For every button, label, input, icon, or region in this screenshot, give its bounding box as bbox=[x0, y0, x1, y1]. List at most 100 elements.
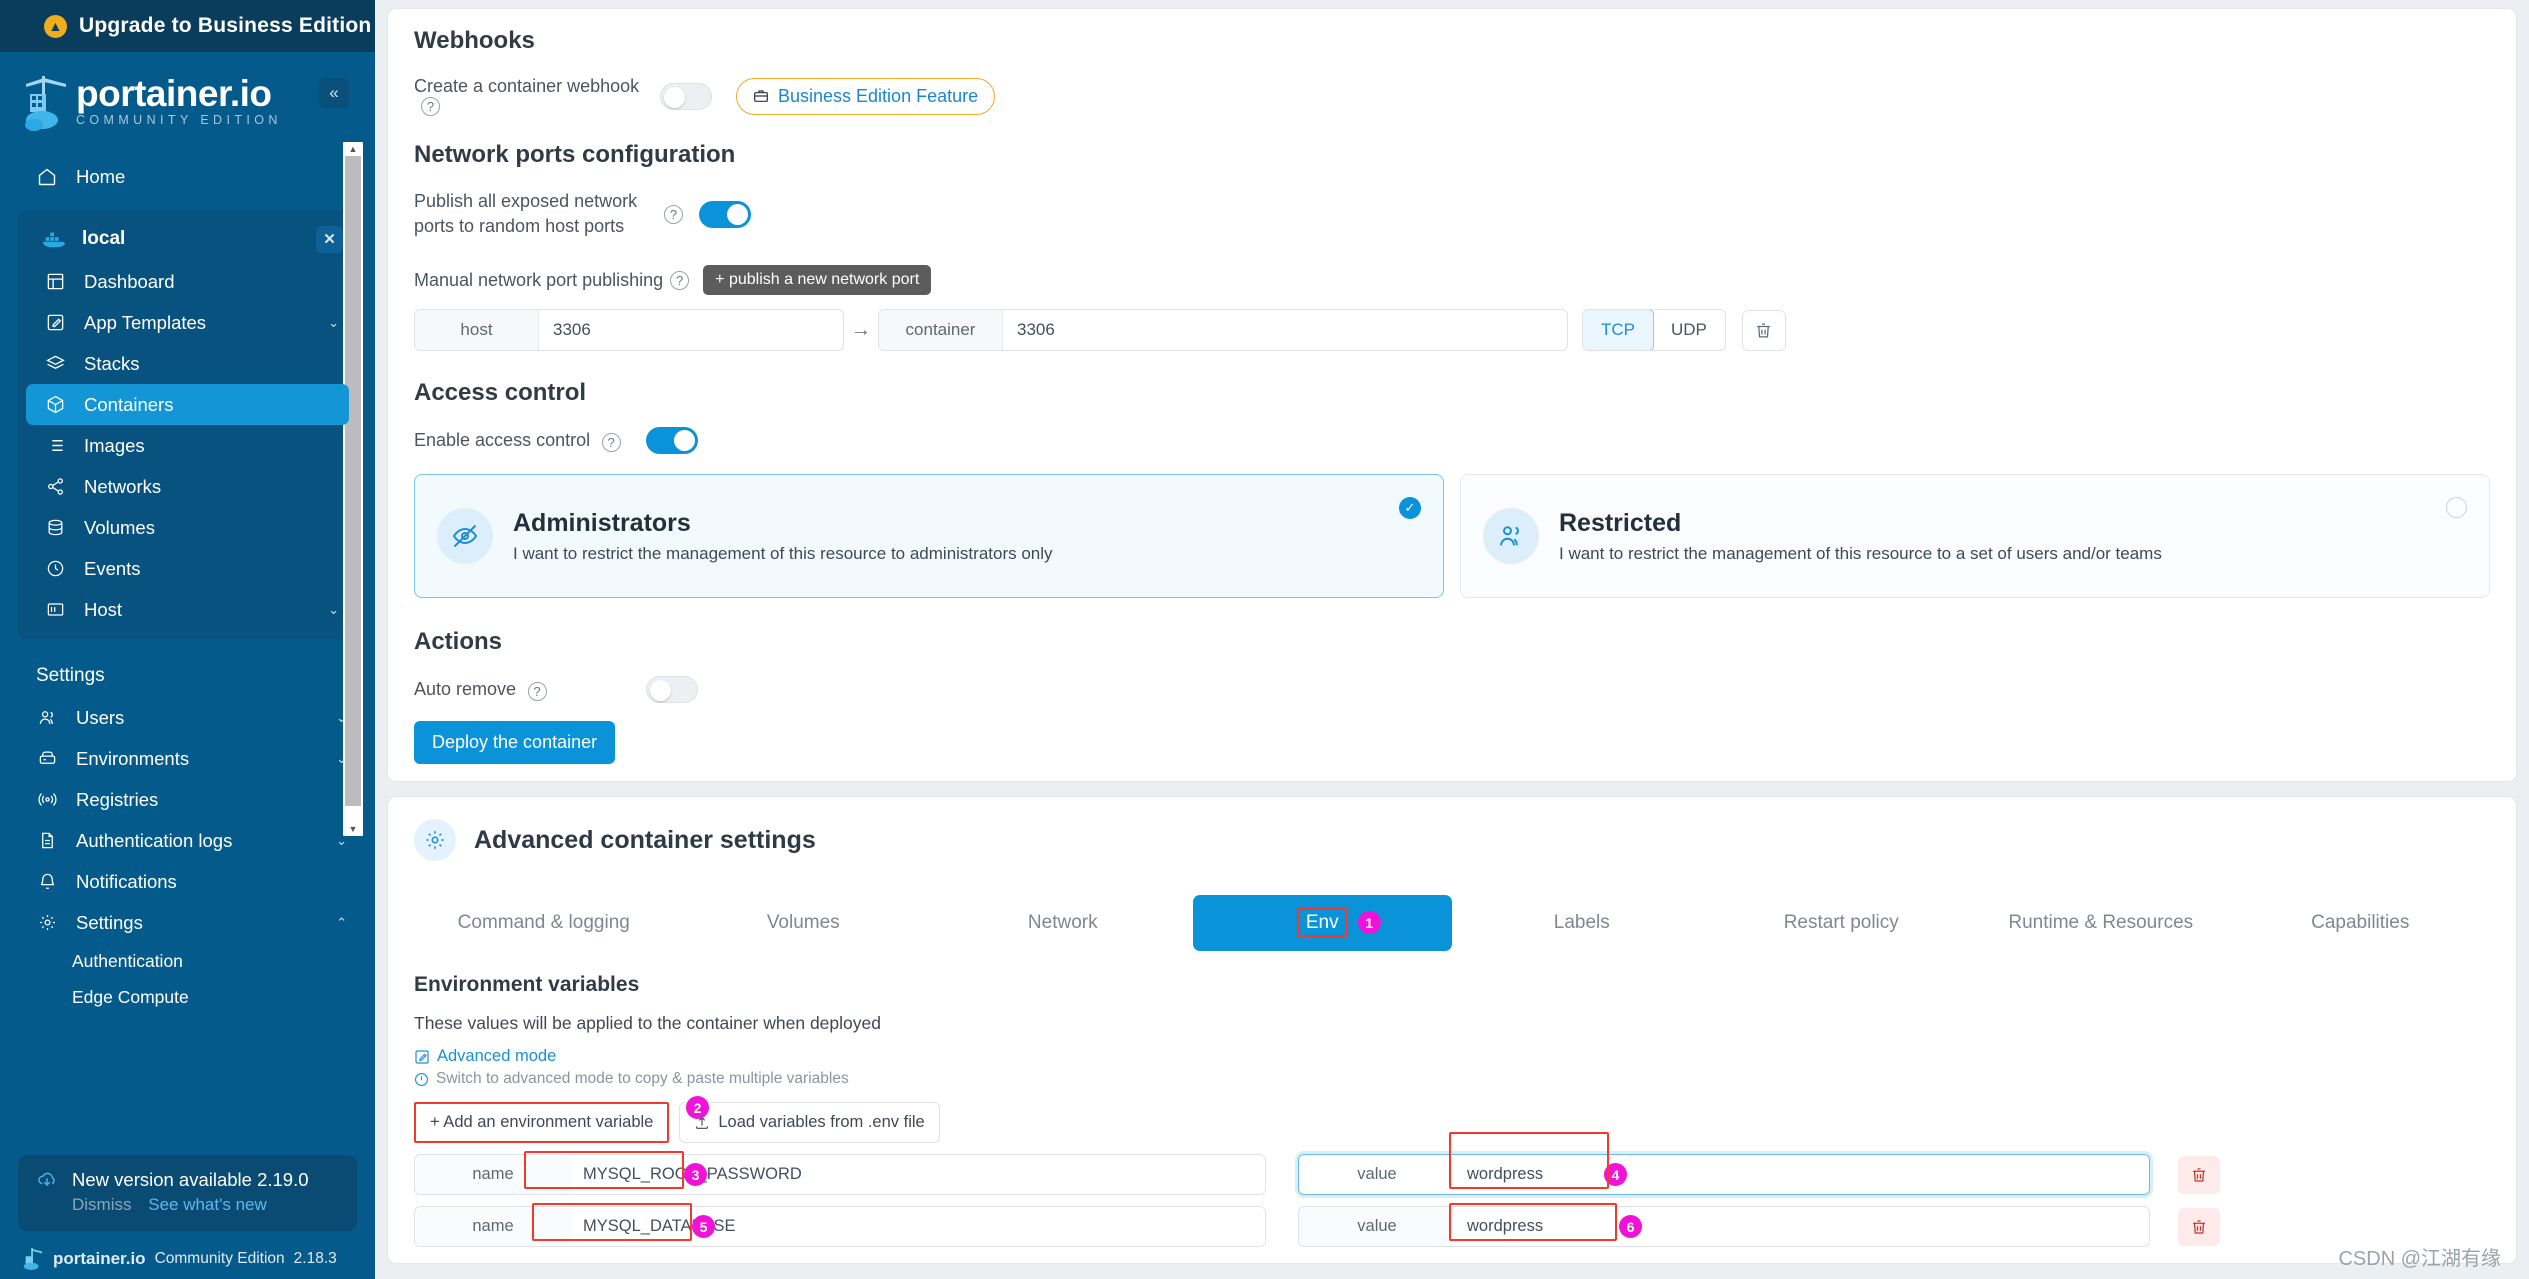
sidebar-item-app-templates[interactable]: App Templates ⌄ bbox=[26, 302, 349, 343]
sidebar-item-stacks[interactable]: Stacks bbox=[26, 343, 349, 384]
help-icon[interactable]: ? bbox=[527, 681, 547, 701]
sidebar-item-volumes[interactable]: Volumes bbox=[26, 507, 349, 548]
logo-text: portainer.io COMMUNITY EDITION bbox=[76, 75, 282, 128]
advanced-settings-header: Advanced container settings bbox=[414, 819, 2490, 861]
portainer-logo-icon bbox=[22, 74, 70, 132]
manual-publish-row: Manual network port publishing ? + publi… bbox=[414, 265, 2490, 296]
tab-env-label: Env bbox=[1296, 908, 1348, 937]
sidebar-item-home[interactable]: Home bbox=[18, 156, 357, 197]
tab-command-logging[interactable]: Command & logging bbox=[414, 895, 674, 951]
container-port-input[interactable]: 3306 bbox=[1003, 310, 1567, 350]
environment-group: local ✕ Dashboard App Templates ⌄ Stacks… bbox=[18, 211, 357, 639]
sidebar-item-containers[interactable]: Containers bbox=[26, 384, 349, 425]
enable-access-control-toggle[interactable] bbox=[646, 427, 698, 455]
eye-off-icon bbox=[437, 508, 493, 565]
delete-environment-variable-button[interactable] bbox=[2178, 1155, 2220, 1194]
close-environment-icon[interactable]: ✕ bbox=[316, 225, 343, 253]
env-value-group: value wordpress bbox=[1298, 1206, 2150, 1247]
deploy-container-button[interactable]: Deploy the container bbox=[414, 721, 616, 765]
advanced-mode-link[interactable]: Advanced mode bbox=[414, 1047, 2490, 1066]
publish-new-port-button[interactable]: + publish a new network port bbox=[703, 265, 932, 296]
collapse-sidebar-button[interactable]: « bbox=[319, 78, 349, 108]
sidebar-item-events[interactable]: Events bbox=[26, 548, 349, 589]
tab-capabilities[interactable]: Capabilities bbox=[2231, 895, 2491, 951]
stacks-icon bbox=[44, 353, 66, 375]
tab-labels[interactable]: Labels bbox=[1452, 895, 1712, 951]
step-badge-3: 3 bbox=[684, 1163, 707, 1186]
env-value-input[interactable]: wordpress bbox=[1455, 1207, 2149, 1246]
access-option-text: Administrators I want to restrict the ma… bbox=[513, 509, 1053, 564]
sidebar-item-label: Home bbox=[76, 165, 126, 187]
logo-subtitle: COMMUNITY EDITION bbox=[76, 113, 282, 128]
sidebar-item-host[interactable]: Host ⌄ bbox=[26, 589, 349, 630]
see-whats-new-link[interactable]: See what's new bbox=[148, 1195, 267, 1214]
chevron-down-icon[interactable]: ⌄ bbox=[336, 833, 347, 849]
tab-restart-policy[interactable]: Restart policy bbox=[1712, 895, 1972, 951]
auto-remove-toggle[interactable] bbox=[646, 676, 698, 704]
env-name-addon-label: name bbox=[472, 1217, 514, 1235]
create-webhook-toggle[interactable] bbox=[660, 82, 712, 110]
tab-volumes[interactable]: Volumes bbox=[674, 895, 934, 951]
load-env-file-button[interactable]: Load variables from .env file bbox=[679, 1102, 940, 1143]
environment-variables-note: These values will be applied to the cont… bbox=[414, 1013, 881, 1033]
help-icon[interactable]: ? bbox=[601, 432, 621, 452]
scrollbar-up-arrow-icon[interactable]: ▲ bbox=[343, 142, 363, 156]
docker-icon bbox=[42, 229, 66, 249]
chevron-down-icon[interactable]: ⌄ bbox=[328, 315, 339, 331]
sidebar-item-authentication-logs[interactable]: Authentication logs ⌄ bbox=[18, 820, 357, 861]
sidebar-item-label: Host bbox=[84, 598, 123, 620]
sidebar-item-label: Images bbox=[84, 434, 145, 456]
tab-runtime-resources[interactable]: Runtime & Resources bbox=[1971, 895, 2231, 951]
access-option-restricted[interactable]: Restricted I want to restrict the manage… bbox=[1460, 474, 2490, 599]
env-name-input[interactable]: MYSQL_ROOT_PASSWORD bbox=[571, 1155, 1265, 1194]
help-icon[interactable]: ? bbox=[421, 97, 440, 116]
watermark: CSDN @江湖有缘 bbox=[2338, 1248, 2501, 1270]
sidebar-item-images[interactable]: Images bbox=[26, 425, 349, 466]
app-root: ▲ Upgrade to Business Edition portainer.… bbox=[0, 0, 2529, 1279]
tab-env[interactable]: Env 1 bbox=[1192, 895, 1452, 951]
env-value-input[interactable]: wordpress bbox=[1455, 1155, 2149, 1194]
step-badge-1: 1 bbox=[1357, 911, 1381, 934]
dismiss-link[interactable]: Dismiss bbox=[72, 1195, 132, 1214]
sidebar-item-label: Containers bbox=[84, 393, 174, 415]
sidebar-item-users[interactable]: Users ⌄ bbox=[18, 697, 357, 738]
tab-network[interactable]: Network bbox=[933, 895, 1193, 951]
sidebar-item-settings[interactable]: Settings ⌃ bbox=[18, 902, 357, 943]
sidebar-item-label: Environments bbox=[76, 747, 190, 769]
business-edition-feature-badge[interactable]: Business Edition Feature bbox=[736, 77, 996, 115]
protocol-udp-option[interactable]: UDP bbox=[1653, 310, 1725, 350]
networks-icon bbox=[44, 476, 66, 498]
sidebar-item-networks[interactable]: Networks bbox=[26, 466, 349, 507]
delete-environment-variable-button[interactable] bbox=[2178, 1207, 2220, 1246]
publish-all-toggle[interactable] bbox=[699, 200, 751, 228]
users-icon bbox=[1483, 508, 1539, 565]
environment-header: local ✕ bbox=[26, 217, 349, 261]
access-option-title: Restricted bbox=[1559, 508, 1682, 537]
sidebar-item-notifications[interactable]: Notifications bbox=[18, 861, 357, 902]
add-environment-variable-button[interactable]: + Add an environment variable bbox=[414, 1102, 670, 1143]
chevron-down-icon[interactable]: ⌄ bbox=[336, 710, 347, 726]
sidebar-item-registries[interactable]: Registries bbox=[18, 779, 357, 820]
sidebar-item-environments[interactable]: Environments ⌄ bbox=[18, 738, 357, 779]
sidebar-subitem-edge-compute[interactable]: Edge Compute bbox=[0, 979, 375, 1015]
sidebar-item-dashboard[interactable]: Dashboard bbox=[26, 261, 349, 302]
delete-port-button[interactable] bbox=[1741, 309, 1786, 351]
chevron-up-icon[interactable]: ⌃ bbox=[336, 915, 347, 931]
access-option-radio[interactable] bbox=[2446, 497, 2467, 519]
help-icon[interactable]: ? bbox=[670, 270, 690, 290]
env-name-group: name MYSQL_ROOT_PASSWORD bbox=[414, 1154, 1266, 1195]
chevron-down-icon[interactable]: ⌄ bbox=[328, 602, 339, 618]
sidebar-item-label: Users bbox=[76, 706, 125, 728]
env-name-input[interactable]: MYSQL_DATABASE bbox=[571, 1207, 1265, 1246]
access-option-administrators[interactable]: Administrators I want to restrict the ma… bbox=[414, 474, 1444, 599]
sidebar-subitem-authentication[interactable]: Authentication bbox=[0, 943, 375, 979]
host-port-input[interactable]: 3306 bbox=[539, 310, 843, 350]
env-value-addon-label: value bbox=[1357, 1217, 1397, 1235]
advanced-settings-tabs: Command & logging Volumes Network Env 1 … bbox=[414, 895, 2490, 951]
protocol-tcp-option[interactable]: TCP bbox=[1582, 310, 1654, 351]
help-icon[interactable]: ? bbox=[664, 204, 683, 224]
sidebar: ▲ Upgrade to Business Edition portainer.… bbox=[0, 0, 375, 1279]
upgrade-to-business-banner[interactable]: ▲ Upgrade to Business Edition bbox=[0, 0, 375, 52]
chevron-down-icon[interactable]: ⌄ bbox=[336, 751, 347, 767]
logo-area: portainer.io COMMUNITY EDITION « bbox=[0, 52, 375, 140]
